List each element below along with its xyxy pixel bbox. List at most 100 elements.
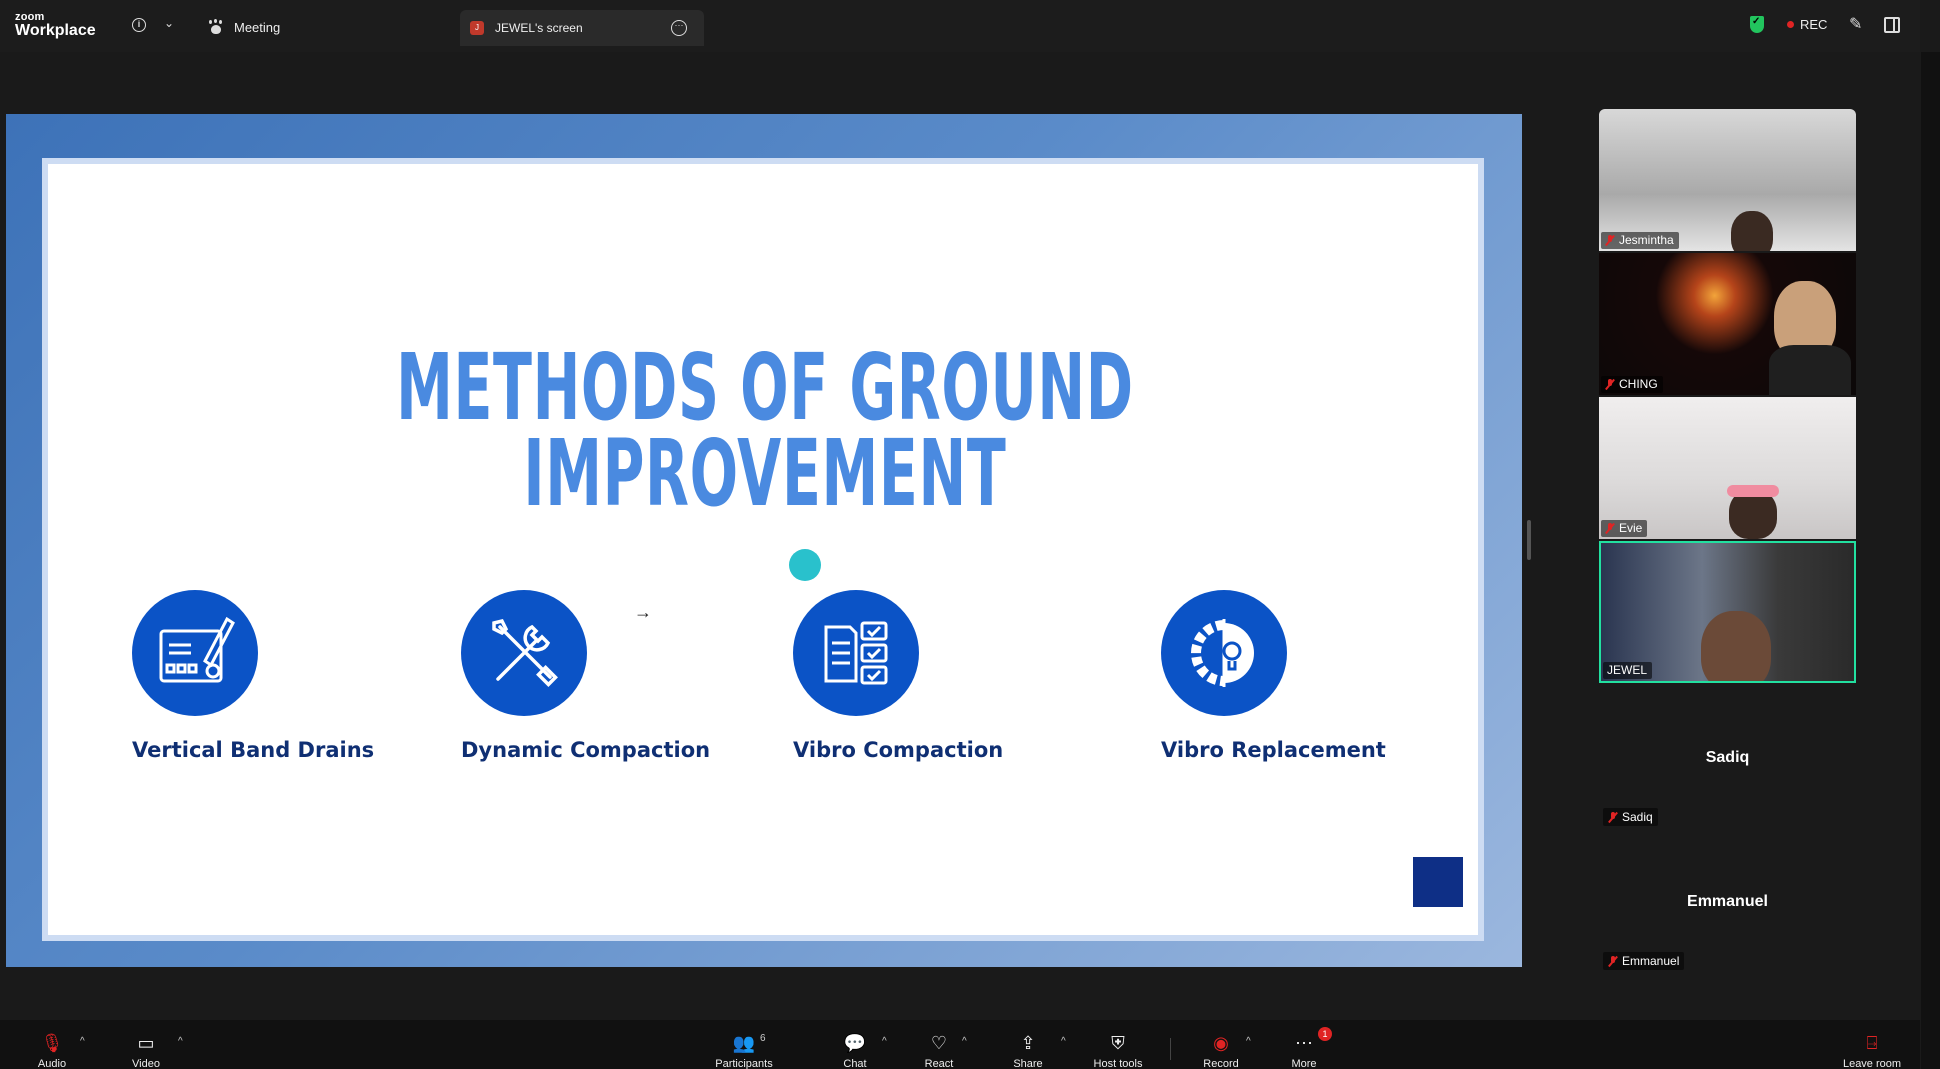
shared-screen-tab[interactable]: J JEWEL's screen ···: [460, 10, 704, 46]
more-button[interactable]: ⋯ More: [1288, 1032, 1320, 1069]
participant-name: JEWEL: [1607, 663, 1648, 677]
method-vibro-replacement: Vibro Replacement: [1161, 590, 1386, 762]
side-panel-edge: [1921, 52, 1940, 1069]
leave-door-icon: ⍈: [1866, 1032, 1878, 1053]
method-label: Vertical Band Drains: [132, 738, 375, 762]
method-vertical-band-drains: Vertical Band Drains: [132, 590, 374, 762]
chat-label: Chat: [843, 1058, 867, 1069]
record-button[interactable]: ◉ Record: [1200, 1032, 1242, 1069]
heart-icon: ♡: [930, 1032, 948, 1053]
paw-icon: [208, 19, 224, 35]
security-shield-icon[interactable]: [1750, 16, 1764, 33]
leave-room-button[interactable]: ⍈ Leave room: [1840, 1032, 1904, 1069]
record-options-caret[interactable]: ^: [1246, 1036, 1251, 1047]
view-layout-icon[interactable]: [1884, 17, 1900, 33]
slide-title-line-1: METHODS OF GROUND: [396, 334, 1134, 441]
meeting-toolbar: 🎙 Audio ^ ▭ Video ^ 👥 Participants 💬 Cha…: [0, 1020, 1920, 1069]
navy-square-decoration: [1413, 857, 1463, 907]
react-button[interactable]: ♡ React: [920, 1032, 958, 1069]
record-dot-icon: [1787, 21, 1794, 28]
method-vibro-compaction: Vibro Compaction: [793, 590, 1003, 762]
video-label: Video: [132, 1058, 160, 1069]
share-options-caret[interactable]: ^: [1061, 1036, 1066, 1047]
meeting-info-icon[interactable]: i: [132, 18, 146, 32]
meeting-tab-label: Meeting: [234, 19, 281, 35]
shared-screen-area[interactable]: METHODS OF GROUND IMPROVEMENT → Vertical…: [6, 114, 1522, 967]
more-label: More: [1291, 1058, 1317, 1069]
participant-name: Evie: [1619, 521, 1643, 535]
zoom-workplace-logo: zoom Workplace: [15, 12, 96, 39]
mic-muted-icon: [1605, 523, 1615, 533]
participant-tile-active-speaker[interactable]: JEWEL: [1599, 541, 1856, 683]
participant-name-label: CHING: [1601, 376, 1663, 393]
checklist-icon: [793, 590, 919, 716]
more-options-icon[interactable]: ···: [671, 20, 687, 36]
share-label: Share: [1013, 1058, 1043, 1069]
recording-indicator[interactable]: REC: [1787, 17, 1827, 32]
audio-label: Audio: [37, 1058, 67, 1069]
participant-name: Jesmintha: [1619, 233, 1674, 247]
toolbar-divider: [1170, 1038, 1171, 1060]
video-options-caret[interactable]: ^: [178, 1036, 183, 1047]
record-icon: ◉: [1213, 1032, 1229, 1053]
meeting-tab[interactable]: Meeting: [208, 17, 280, 37]
participant-tile[interactable]: Evie: [1599, 397, 1856, 539]
host-tools-button[interactable]: ⛨ Host tools: [1088, 1032, 1148, 1069]
participant-name-label: Evie: [1601, 520, 1648, 537]
participant-name-label: JEWEL: [1603, 662, 1653, 679]
participant-name-label: Jesmintha: [1601, 232, 1679, 249]
flower-crown: [1727, 485, 1779, 497]
tools-icon: [461, 590, 587, 716]
audio-options-caret[interactable]: ^: [80, 1036, 85, 1047]
participant-name-label: Sadiq: [1603, 808, 1658, 826]
method-label: Vibro Compaction: [793, 738, 1004, 762]
mic-muted-icon: 🎙: [40, 1032, 64, 1053]
mic-muted-icon: [1605, 379, 1615, 389]
share-button[interactable]: ⇪ Share: [1010, 1032, 1046, 1069]
teal-accent-dot: [789, 549, 821, 581]
participant-name-no-video[interactable]: Sadiq: [1599, 749, 1856, 767]
slide-title-line-2: IMPROVEMENT: [523, 420, 1007, 527]
panel-resize-handle[interactable]: [1527, 520, 1531, 560]
blueprint-icon: [132, 590, 258, 716]
mic-muted-icon: [1605, 235, 1615, 245]
record-label: Record: [1203, 1058, 1239, 1069]
participant-video: [1731, 211, 1773, 251]
participants-button[interactable]: 👥 Participants: [712, 1032, 776, 1069]
participant-name-no-video[interactable]: Emmanuel: [1599, 893, 1856, 911]
participant-name-label: Emmanuel: [1603, 952, 1685, 970]
video-button[interactable]: ▭ Video: [126, 1032, 166, 1069]
video-camera-icon: ▭: [137, 1032, 155, 1053]
participants-count: 6: [760, 1033, 766, 1044]
participant-tile[interactable]: CHING: [1599, 253, 1856, 395]
sharer-avatar: J: [470, 21, 484, 35]
chevron-down-icon[interactable]: ⌄: [164, 16, 174, 30]
presentation-slide: METHODS OF GROUND IMPROVEMENT → Vertical…: [42, 158, 1484, 941]
chat-options-caret[interactable]: ^: [882, 1036, 887, 1047]
annotate-pen-icon[interactable]: ✎: [1849, 14, 1862, 34]
participant-tile[interactable]: Jesmintha: [1599, 109, 1856, 251]
participant-shirt: [1769, 345, 1851, 395]
top-bar: zoom Workplace i ⌄ Meeting J JEWEL's scr…: [0, 0, 1920, 52]
participants-icon: 👥: [732, 1032, 756, 1053]
leave-room-label: Leave room: [1842, 1058, 1902, 1069]
logo-big-text: Workplace: [15, 22, 96, 39]
method-label: Dynamic Compaction: [461, 738, 711, 762]
mic-muted-icon: [1608, 956, 1618, 966]
participant-name: CHING: [1619, 377, 1658, 391]
mic-muted-icon: [1608, 812, 1618, 822]
participants-label: Participants: [715, 1058, 773, 1069]
shared-screen-tab-label: JEWEL's screen: [495, 21, 583, 35]
more-notification-badge: 1: [1318, 1027, 1332, 1041]
host-tools-label: Host tools: [1093, 1058, 1143, 1069]
zoom-meeting-window: zoom Workplace i ⌄ Meeting J JEWEL's scr…: [0, 0, 1940, 1069]
react-options-caret[interactable]: ^: [962, 1036, 967, 1047]
chat-button[interactable]: 💬 Chat: [838, 1032, 872, 1069]
method-dynamic-compaction: Dynamic Compaction: [461, 590, 710, 762]
participant-name: Sadiq: [1622, 810, 1653, 824]
participant-name: Emmanuel: [1622, 954, 1680, 968]
slide-title: METHODS OF GROUND IMPROVEMENT: [322, 334, 1209, 527]
participant-video: [1701, 611, 1771, 681]
audio-button[interactable]: 🎙 Audio: [32, 1032, 72, 1069]
chat-bubble-icon: 💬: [843, 1032, 867, 1053]
